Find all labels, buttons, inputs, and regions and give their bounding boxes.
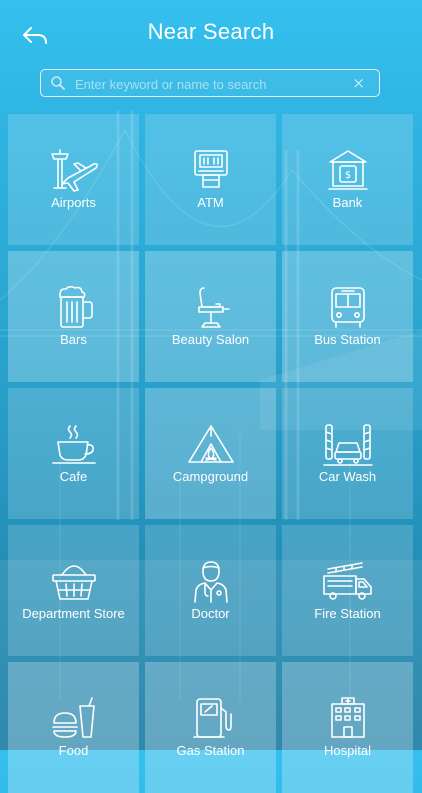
- category-label: Gas Station: [176, 743, 245, 758]
- hospital-icon: [331, 697, 365, 738]
- category-fire-station[interactable]: Fire Station: [282, 525, 413, 656]
- category-label: Bus Station: [314, 332, 381, 347]
- category-label: Bars: [60, 332, 87, 347]
- category-label: Car Wash: [318, 469, 377, 484]
- svg-text:$: $: [345, 170, 351, 181]
- category-bars[interactable]: Bars: [8, 251, 139, 382]
- bus-icon: [331, 287, 365, 328]
- fire-truck-icon: [323, 562, 372, 600]
- category-campground[interactable]: Campground: [145, 388, 276, 519]
- beer-mug-icon: [59, 285, 93, 328]
- car-wash-icon: [323, 424, 373, 466]
- shopping-basket-icon: [52, 565, 96, 600]
- category-label: Airports: [51, 195, 96, 210]
- category-label: Food: [58, 743, 89, 758]
- category-label: Campground: [172, 469, 249, 484]
- gas-pump-icon: [193, 698, 232, 738]
- page-title: Near Search: [147, 19, 275, 44]
- category-car-wash[interactable]: Car Wash: [282, 388, 413, 519]
- search-icon: [51, 76, 65, 90]
- category-bank[interactable]: $ Bank: [282, 114, 413, 245]
- airport-icon: [51, 149, 98, 192]
- category-atm[interactable]: ATM: [145, 114, 276, 245]
- search-input[interactable]: [73, 72, 357, 96]
- category-label: ATM: [197, 195, 224, 210]
- category-hospital[interactable]: Hospital: [282, 662, 413, 793]
- category-label: Bank: [332, 195, 363, 210]
- bank-icon: $: [328, 150, 368, 190]
- category-label: Department Store: [22, 606, 125, 621]
- category-label: Beauty Salon: [171, 332, 250, 347]
- tent-icon: [188, 425, 234, 463]
- category-food[interactable]: Food: [8, 662, 139, 793]
- category-department-store[interactable]: Department Store: [8, 525, 139, 656]
- search-bar[interactable]: ×: [40, 69, 380, 97]
- category-label: Fire Station: [314, 606, 381, 621]
- category-label: Cafe: [59, 469, 88, 484]
- coffee-cup-icon: [52, 425, 96, 464]
- category-beauty-salon[interactable]: Beauty Salon: [145, 251, 276, 382]
- clear-search-icon[interactable]: ×: [352, 74, 365, 92]
- category-grid: Airports ATM $ Bank Bars Beauty Salon Bu…: [8, 114, 414, 793]
- food-icon: [52, 697, 95, 738]
- salon-chair-icon: [198, 287, 230, 328]
- atm-icon: [194, 150, 228, 188]
- doctor-icon: [194, 561, 228, 603]
- category-label: Doctor: [191, 606, 230, 621]
- category-gas-station[interactable]: Gas Station: [145, 662, 276, 793]
- header: Near Search: [0, 0, 422, 68]
- category-airports[interactable]: Airports: [8, 114, 139, 245]
- category-label: Hospital: [324, 743, 371, 758]
- category-doctor[interactable]: Doctor: [145, 525, 276, 656]
- category-cafe[interactable]: Cafe: [8, 388, 139, 519]
- category-bus-station[interactable]: Bus Station: [282, 251, 413, 382]
